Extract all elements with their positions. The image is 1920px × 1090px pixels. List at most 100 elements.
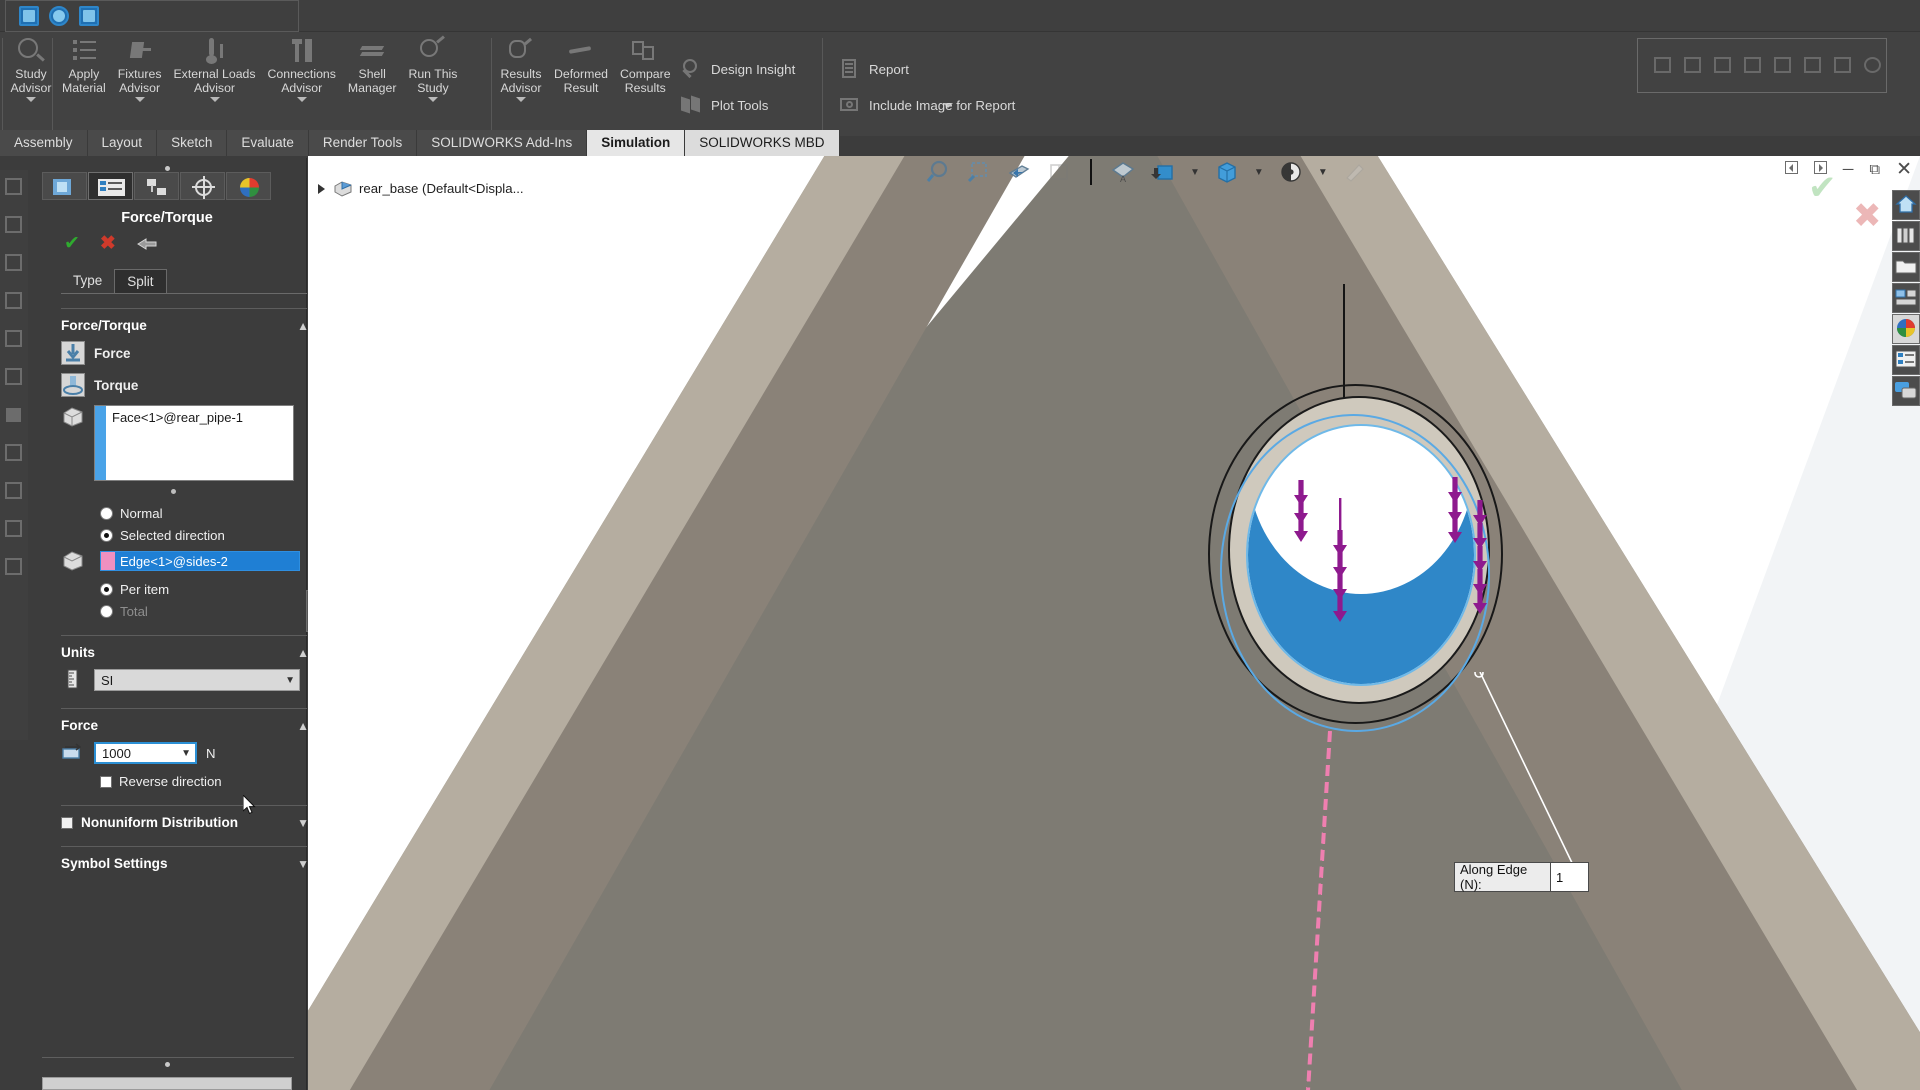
radio-selected-direction[interactable]: [100, 529, 113, 542]
solidworks-forum-icon[interactable]: [1892, 376, 1920, 406]
custom-properties-icon[interactable]: [1892, 345, 1920, 375]
radio-normal[interactable]: [100, 507, 113, 520]
panel-bottom-scrollbar[interactable]: [42, 1077, 292, 1090]
distribution-option-per-item[interactable]: Per item: [100, 582, 306, 597]
restore-icon[interactable]: ⧉: [1869, 161, 1880, 178]
tab-split[interactable]: Split: [114, 269, 167, 293]
cancel-button[interactable]: ✖: [100, 234, 116, 253]
chevron-down-icon[interactable]: ▼: [1318, 167, 1328, 178]
graphics-viewport[interactable]: Along Edge (N): 1 A ▼ ▼ ▼ rear_base (Def…: [308, 156, 1920, 1090]
section-units[interactable]: Units ▲: [61, 635, 309, 660]
direction-option-selected-direction[interactable]: Selected direction: [100, 528, 306, 543]
feature-manager-tab[interactable]: [42, 172, 87, 200]
configuration-manager-tab[interactable]: [134, 172, 179, 200]
chevron-up-icon[interactable]: ▲: [297, 319, 309, 333]
ribbon-button-include-image-for-report[interactable]: Include Image for Report: [830, 89, 1021, 121]
assembly-feature-icon[interactable]: [0, 550, 28, 588]
solid-body-icon[interactable]: [0, 398, 28, 436]
ribbon-button-compare-results[interactable]: Compare Results: [614, 32, 677, 136]
units-select[interactable]: SI ▼: [94, 669, 300, 691]
view-orientation-icon[interactable]: [1046, 160, 1072, 184]
chevron-down-icon[interactable]: ▼: [297, 857, 309, 871]
zoom-to-fit-icon[interactable]: [926, 160, 952, 184]
surface-finish-icon[interactable]: [1710, 54, 1736, 78]
area-hatch-icon[interactable]: [1860, 54, 1886, 78]
property-manager-tab[interactable]: [88, 172, 133, 200]
design-library-icon[interactable]: [1892, 221, 1920, 251]
face-selection-row[interactable]: Face<1>@rear_pipe-1: [61, 405, 306, 481]
note-icon[interactable]: [1650, 54, 1676, 78]
reverse-direction-checkbox[interactable]: [100, 775, 112, 788]
ribbon-button-study-advisor[interactable]: Study Advisor: [4, 32, 58, 136]
chevron-down-icon[interactable]: [296, 97, 307, 102]
confirm-corner-cancel[interactable]: ✖: [1853, 196, 1882, 236]
nonuniform-distribution-checkbox[interactable]: [61, 816, 73, 829]
pin-icon[interactable]: [136, 235, 158, 253]
mate-icon[interactable]: [0, 474, 28, 512]
accept-button[interactable]: ✔: [64, 234, 80, 253]
ribbon-button-results-advisor[interactable]: Results Advisor: [494, 32, 548, 136]
section-nonuniform-distribution[interactable]: Nonuniform Distribution ▼: [61, 805, 309, 830]
force-type-force[interactable]: Force: [61, 341, 306, 365]
balloon-icon[interactable]: [1680, 54, 1706, 78]
blocks-icon[interactable]: [1830, 54, 1856, 78]
ribbon-button-external-loads-advisor[interactable]: External Loads Advisor: [167, 32, 261, 136]
configuration-cube-icon-4[interactable]: [0, 284, 28, 322]
chevron-down-icon[interactable]: [427, 97, 438, 102]
ribbon-button-report[interactable]: Report: [830, 53, 1021, 85]
direction-reference-box[interactable]: Edge<1>@sides-2: [100, 551, 300, 571]
tab-solidworks-add-ins[interactable]: SOLIDWORKS Add-Ins: [417, 130, 588, 156]
weld-symbol-icon[interactable]: [1740, 54, 1766, 78]
tab-assembly[interactable]: Assembly: [0, 130, 88, 156]
tab-render-tools[interactable]: Render Tools: [308, 130, 418, 156]
selection-box-grip[interactable]: [61, 481, 285, 499]
zoom-to-area-icon[interactable]: [966, 160, 992, 184]
hide-show-items-icon[interactable]: [1150, 160, 1176, 184]
chevron-down-icon[interactable]: ▼: [181, 748, 191, 759]
restore-left-icon[interactable]: [1784, 161, 1798, 178]
open-study-icon[interactable]: [78, 5, 100, 27]
chevron-down-icon[interactable]: ▼: [297, 816, 309, 830]
force-value-input[interactable]: 1000 ▼: [94, 742, 197, 764]
minimize-icon[interactable]: ─: [1843, 161, 1854, 178]
ribbon-button-connections-advisor[interactable]: Connections Advisor: [262, 32, 342, 136]
close-icon[interactable]: ✕: [1896, 158, 1912, 181]
ribbon-button-run-this-study[interactable]: Run This Study: [402, 32, 463, 136]
feature-tree-root-item[interactable]: rear_base (Default<Displa...: [318, 180, 524, 197]
radio-per-item[interactable]: [100, 583, 113, 596]
face-selection-box[interactable]: Face<1>@rear_pipe-1: [94, 405, 294, 481]
chevron-down-icon[interactable]: [134, 97, 145, 102]
reverse-direction-row[interactable]: Reverse direction: [100, 774, 306, 789]
datum-feature-icon[interactable]: [1800, 54, 1826, 78]
tab-evaluate[interactable]: Evaluate: [227, 130, 309, 156]
chevron-down-icon[interactable]: [26, 97, 36, 102]
callout-value-input[interactable]: 1: [1550, 863, 1588, 891]
new-study-icon[interactable]: [18, 5, 40, 27]
simulation-globe-icon[interactable]: [48, 5, 70, 27]
file-explorer-icon[interactable]: [1892, 252, 1920, 282]
panel-top-grip[interactable]: [28, 158, 306, 171]
sw-resources-home-icon[interactable]: [1892, 190, 1920, 220]
direction-reference-row[interactable]: Edge<1>@sides-2: [61, 549, 306, 573]
chevron-up-icon[interactable]: ▲: [297, 719, 309, 733]
force-value-callout[interactable]: Along Edge (N): 1: [1454, 862, 1589, 892]
chevron-down-icon[interactable]: ▼: [1254, 167, 1264, 178]
confirm-corner-accept[interactable]: ✔: [1808, 168, 1837, 208]
chevron-down-icon[interactable]: ▼: [1190, 167, 1200, 178]
force-value-row[interactable]: 1000 ▼ N: [61, 741, 306, 765]
panel-bottom-grip[interactable]: [28, 1054, 307, 1072]
view-settings-icon[interactable]: [1342, 160, 1368, 184]
sketch-entities-icon[interactable]: [0, 436, 28, 474]
expand-arrow-icon[interactable]: [318, 183, 325, 194]
ribbon-button-shell-manager[interactable]: Shell Manager: [342, 32, 403, 136]
chevron-down-icon[interactable]: [209, 97, 220, 102]
ribbon-button-apply-material[interactable]: Apply Material: [56, 32, 112, 136]
configuration-cube-icon-5[interactable]: [0, 322, 28, 360]
display-style-icon[interactable]: A: [1110, 160, 1136, 184]
dimxpert-manager-tab[interactable]: [180, 172, 225, 200]
view-palette-icon[interactable]: [1892, 283, 1920, 313]
appearances-scenes-icon[interactable]: [1892, 314, 1920, 344]
configuration-cube-icon-6[interactable]: [0, 360, 28, 398]
component-icon[interactable]: [0, 512, 28, 550]
configuration-cube-icon-2[interactable]: [0, 208, 28, 246]
